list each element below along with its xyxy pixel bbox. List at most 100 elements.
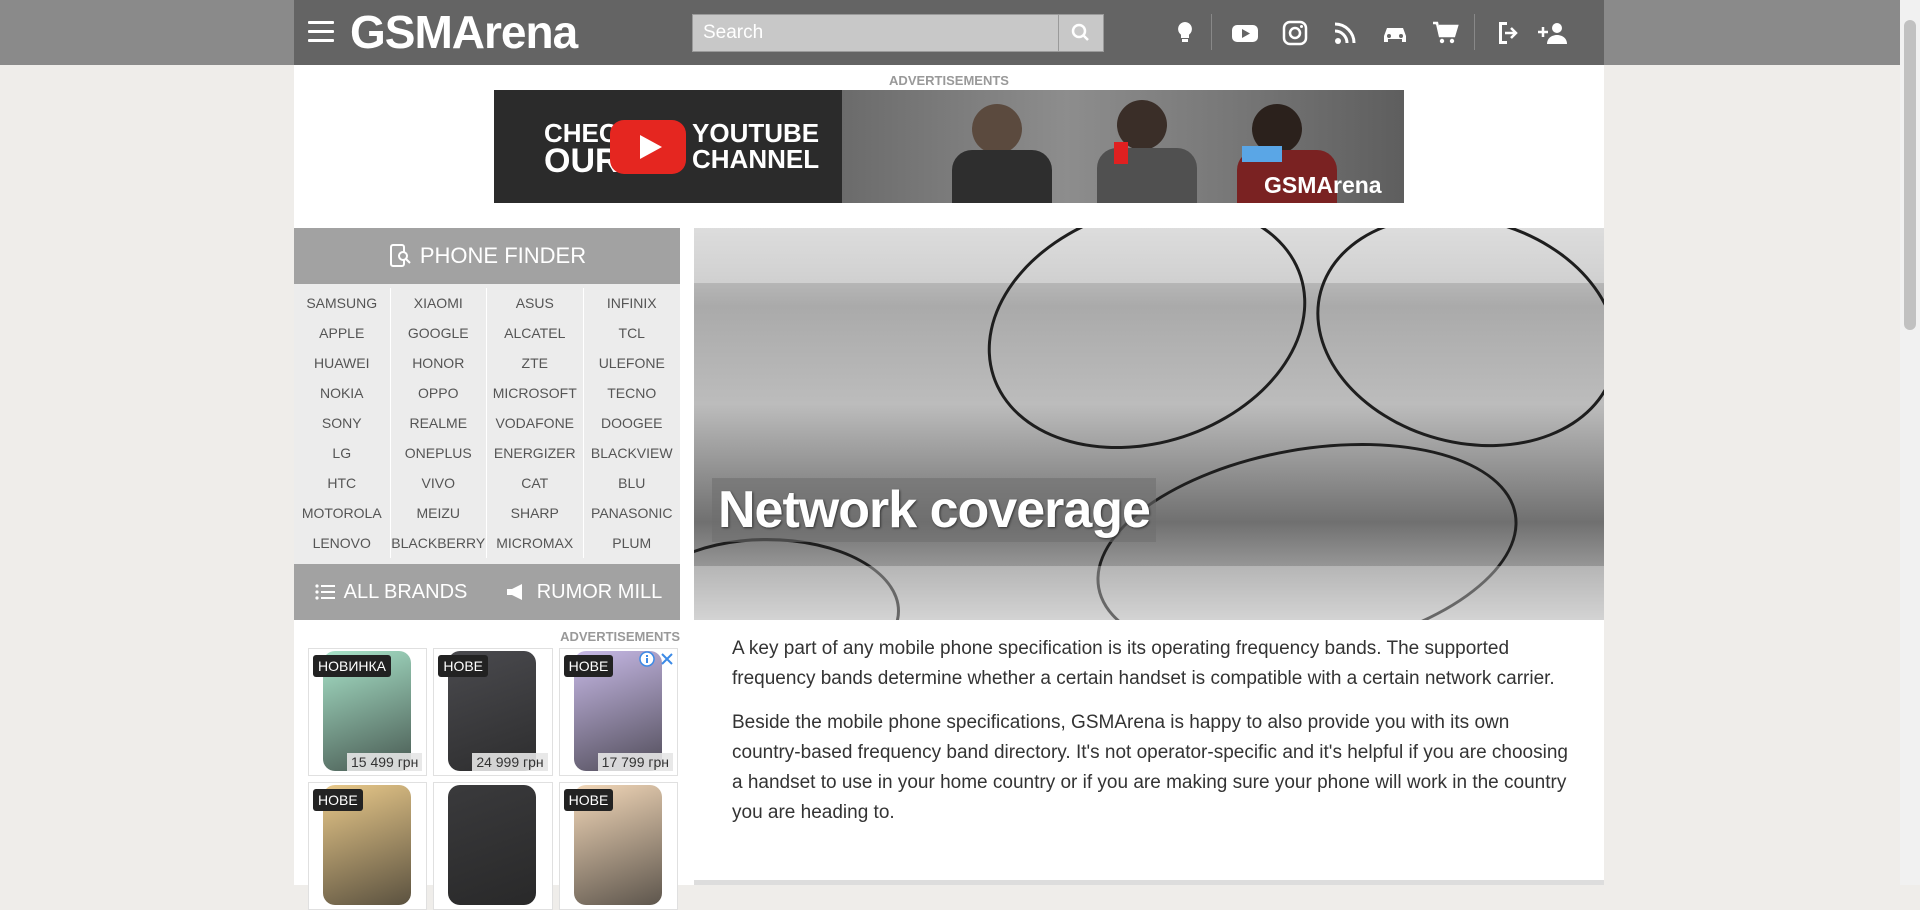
rss-icon[interactable]: [1330, 18, 1360, 48]
sidebar-ad-label: ADVERTISEMENTS: [560, 629, 680, 644]
search-icon: [1071, 23, 1089, 41]
new-badge: НОВЕ: [563, 789, 614, 811]
scroll-thumb[interactable]: [1904, 20, 1916, 330]
ad-close-icon[interactable]: [659, 651, 675, 667]
page-title: Network coverage: [712, 478, 1156, 542]
brand-link[interactable]: ONEPLUS: [391, 438, 487, 468]
brand-link[interactable]: APPLE: [294, 318, 391, 348]
page-scrollbar[interactable]: [1900, 0, 1920, 885]
article-paragraph: A key part of any mobile phone specifica…: [732, 638, 1555, 689]
phone-image: [448, 785, 537, 905]
new-badge: НОВЕ: [438, 655, 489, 677]
person-body: [952, 150, 1052, 203]
phone-ad-card[interactable]: НОВЕ 17 799 грн: [558, 648, 678, 776]
brand-link[interactable]: CAT: [487, 468, 584, 498]
phone-ad-card[interactable]: [433, 782, 553, 910]
signup-icon[interactable]: [1536, 18, 1570, 48]
brand-list: SAMSUNG XIAOMI ASUS INFINIX APPLE GOOGLE ALCAT…: [294, 284, 680, 564]
megaphone-icon: [506, 584, 522, 600]
youtube-channel-ad[interactable]: CHECK OUR YOUTUBE CHANNEL GSMArena: [494, 90, 1404, 203]
brand-link[interactable]: BLACKVIEW: [584, 438, 681, 468]
brand-link[interactable]: LENOVO: [294, 528, 391, 558]
brand-link[interactable]: TCL: [584, 318, 681, 348]
brand-link[interactable]: ASUS: [487, 288, 584, 318]
brand-link[interactable]: HTC: [294, 468, 391, 498]
ad-text: CHANNEL: [692, 144, 820, 174]
cart-icon[interactable]: [1430, 18, 1460, 48]
youtube-icon[interactable]: [1230, 18, 1260, 48]
brand-link[interactable]: BLACKBERRY: [391, 528, 487, 558]
ad-controls: [639, 651, 675, 671]
sidebar: PHONE FINDER SAMSUNG XIAOMI ASUS INFINIX APP…: [294, 228, 680, 910]
brand-link[interactable]: PLUM: [584, 528, 681, 558]
login-icon[interactable]: [1492, 18, 1522, 48]
search-box: [692, 14, 1104, 52]
phone-ad-card[interactable]: НОВЕ: [308, 782, 428, 910]
phone-finder-icon: [389, 244, 411, 267]
brand-link[interactable]: ENERGIZER: [487, 438, 584, 468]
site-logo[interactable]: GSMArena: [350, 6, 578, 58]
header-divider: [1211, 14, 1212, 50]
brand-link[interactable]: VIVO: [391, 468, 487, 498]
ad-brand: GSMArena: [1264, 172, 1382, 198]
brand-link[interactable]: SHARP: [487, 498, 584, 528]
phone-finder-label: PHONE FINDER: [419, 243, 587, 268]
ad-label: ADVERTISEMENTS: [889, 73, 1009, 88]
all-brands-button[interactable]: ALL BRANDS: [294, 581, 487, 604]
phone-ad-grid: НОВИНКА 15 499 грн НОВЕ 24 999 грн НОВЕ 17 79…: [308, 648, 678, 910]
brand-link[interactable]: BLU: [584, 468, 681, 498]
header-divider: [1474, 14, 1475, 50]
ad-photo: GSMArena: [842, 90, 1404, 203]
ad-info-icon[interactable]: [639, 651, 655, 667]
brand-link[interactable]: MICROSOFT: [487, 378, 584, 408]
ad-text: OUR: [544, 142, 620, 180]
brand-link[interactable]: VODAFONE: [487, 408, 584, 438]
tip-icon[interactable]: [1170, 18, 1200, 48]
brand-link[interactable]: SAMSUNG: [294, 288, 391, 318]
brand-link[interactable]: DOOGEE: [584, 408, 681, 438]
brand-link[interactable]: REALME: [391, 408, 487, 438]
phone-ad-card[interactable]: НОВЕ: [558, 782, 678, 910]
menu-icon[interactable]: [308, 21, 334, 43]
brand-link[interactable]: HONOR: [391, 348, 487, 378]
hero-image: Network coverage: [694, 228, 1604, 620]
rumor-mill-button[interactable]: RUMOR MILL: [487, 581, 680, 604]
brand-link[interactable]: LG: [294, 438, 391, 468]
section-divider: [694, 880, 1604, 885]
brand-link[interactable]: PANASONIC: [584, 498, 681, 528]
sidebar-footer: ALL BRANDS RUMOR MILL: [294, 564, 680, 620]
all-brands-label: ALL BRANDS: [343, 580, 468, 603]
price-label: 15 499 грн: [346, 753, 423, 771]
blue-phone: [1242, 146, 1282, 162]
article-body: A key part of any mobile phone specifica…: [732, 634, 1572, 842]
brand-link[interactable]: MOTOROLA: [294, 498, 391, 528]
top-navigation-bar: GSMArena: [294, 0, 1604, 65]
brand-link[interactable]: ZTE: [487, 348, 584, 378]
brand-link[interactable]: OPPO: [391, 378, 487, 408]
instagram-icon[interactable]: [1280, 18, 1310, 48]
page-container: GSMArena Search ADVERTISEMENTS CHECK OUR…: [294, 0, 1604, 910]
car-icon[interactable]: [1380, 18, 1410, 48]
brand-link[interactable]: MEIZU: [391, 498, 487, 528]
new-badge: НОВИНКА: [313, 655, 392, 677]
satellite-dish: [1289, 228, 1604, 480]
article-paragraph: Beside the mobile phone specifications, …: [732, 712, 1568, 823]
brand-link[interactable]: MICROMAX: [487, 528, 584, 558]
rumor-mill-label: RUMOR MILL: [536, 580, 663, 603]
search-button[interactable]: [1058, 15, 1103, 51]
brand-link[interactable]: TECNO: [584, 378, 681, 408]
phone-ad-card[interactable]: НОВИНКА 15 499 грн: [308, 648, 428, 776]
search-input[interactable]: [693, 15, 1058, 51]
brand-link[interactable]: XIAOMI: [391, 288, 487, 318]
person-body: [1097, 148, 1197, 203]
phone-ad-card[interactable]: НОВЕ 24 999 грн: [433, 648, 553, 776]
brand-link[interactable]: ULEFONE: [584, 348, 681, 378]
brand-link[interactable]: INFINIX: [584, 288, 681, 318]
person-head: [972, 104, 1022, 154]
brand-link[interactable]: HUAWEI: [294, 348, 391, 378]
brand-link[interactable]: GOOGLE: [391, 318, 487, 348]
brand-link[interactable]: NOKIA: [294, 378, 391, 408]
brand-link[interactable]: ALCATEL: [487, 318, 584, 348]
brand-link[interactable]: SONY: [294, 408, 391, 438]
phone-finder-button[interactable]: PHONE FINDER: [294, 228, 680, 284]
